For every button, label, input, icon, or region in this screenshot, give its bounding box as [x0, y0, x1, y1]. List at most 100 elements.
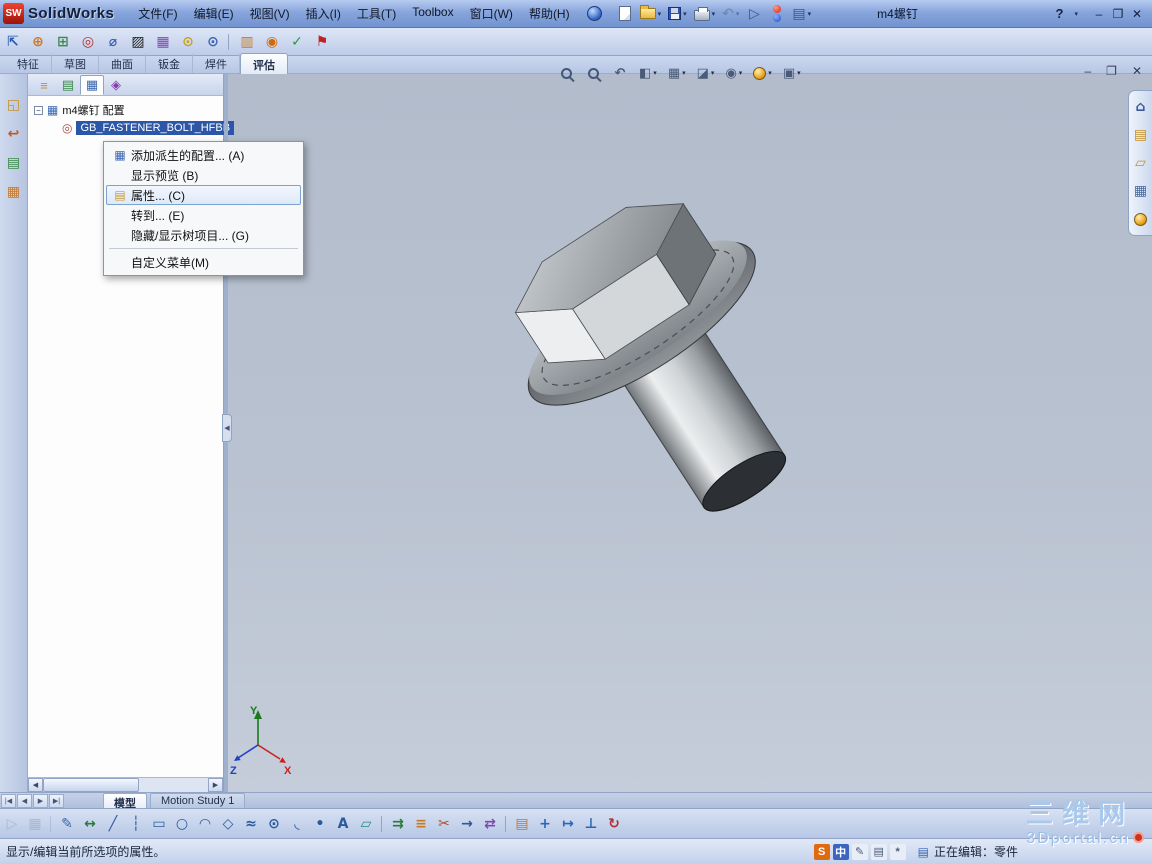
grid-pattern-icon[interactable]: ▦ — [4, 181, 24, 203]
ime-tools-icon[interactable]: * — [889, 843, 906, 860]
minimize-button[interactable]: – — [1091, 7, 1107, 21]
graphics-viewport[interactable]: Y X Z — [228, 74, 1152, 792]
close-button[interactable]: ✕ — [1129, 7, 1145, 21]
move-entities-icon[interactable]: + — [535, 813, 555, 835]
compare-docs-icon[interactable]: ⚑ — [312, 31, 332, 53]
scrollbar-thumb[interactable] — [43, 778, 139, 792]
select-arrow-icon[interactable]: ▷ — [744, 3, 764, 25]
tree-config-row[interactable]: ◎ GB_FASTENER_BOLT_HFBB — [30, 119, 235, 137]
menu-tools[interactable]: 工具(T) — [349, 0, 404, 27]
home-resources-icon[interactable]: ⌂ — [1131, 96, 1151, 118]
menu-edit[interactable]: 编辑(E) — [186, 0, 242, 27]
centerline-icon[interactable]: ┆ — [126, 813, 146, 835]
menu-toolbox[interactable]: Toolbox — [404, 0, 461, 27]
model-tab[interactable]: 模型 — [103, 793, 147, 810]
sogou-ime-icon[interactable]: S — [813, 843, 830, 860]
tab-sketch[interactable]: 草图 — [52, 54, 99, 73]
plane-icon[interactable]: ▱ — [356, 813, 382, 835]
corner-rectangle-icon[interactable]: ▭ — [149, 813, 169, 835]
doc-minimize-button[interactable]: – — [1084, 64, 1091, 78]
open-icon[interactable]: ▾ — [638, 3, 664, 25]
menu-item-hide-show-tree[interactable]: 隐藏/显示树项目... (G) — [106, 225, 301, 245]
zoom-fit-icon[interactable] — [556, 62, 576, 84]
extend-entities-icon[interactable]: → — [457, 813, 477, 835]
ime-keyboard-icon[interactable]: ▤ — [870, 843, 887, 860]
swift-arrow-icon[interactable]: ◱ — [4, 94, 24, 116]
menu-item-go-to[interactable]: 转到... (E) — [106, 205, 301, 225]
tab-sheetmetal[interactable]: 钣金 — [146, 54, 193, 73]
ime-chinese-icon[interactable]: 中 — [832, 843, 849, 860]
help-button[interactable]: ? — [1056, 6, 1064, 21]
doc-restore-button[interactable]: ❐ — [1106, 64, 1117, 78]
undo-icon[interactable]: ↶ ▾ — [720, 3, 741, 25]
section-view-icon[interactable]: ◧ ▾ — [637, 62, 659, 84]
apply-scene-icon[interactable]: ▣ ▾ — [781, 62, 803, 84]
interference-detection-icon[interactable]: ⊕ — [28, 31, 48, 53]
zoom-check-icon[interactable]: ⊙ — [178, 31, 198, 53]
point-icon[interactable]: • — [310, 813, 330, 835]
config-root-label[interactable]: m4螺钉 配置 — [62, 102, 124, 118]
sensors-icon[interactable]: ◉ — [262, 31, 282, 53]
search-icon[interactable] — [586, 6, 602, 21]
verification-icon[interactable]: ⇱ — [3, 31, 23, 53]
menu-item-customize-menu[interactable]: 自定义菜单(M) — [106, 252, 301, 272]
next-tab-button[interactable]: ▶ — [33, 794, 48, 808]
grid-snap-icon[interactable]: ▦ — [25, 813, 51, 835]
text-icon[interactable]: A — [333, 813, 353, 835]
design-binder-icon[interactable]: ▤ — [4, 152, 24, 174]
smart-dimension-icon[interactable]: ↔ — [80, 813, 100, 835]
save-icon[interactable]: ▾ — [666, 3, 689, 25]
circle-icon[interactable]: ○ — [172, 813, 192, 835]
menu-view[interactable]: 视图(V) — [242, 0, 298, 27]
arc-icon[interactable]: ◠ — [195, 813, 215, 835]
panel-hscrollbar[interactable]: ◀ ▶ — [28, 777, 223, 792]
spline-icon[interactable]: ≈ — [241, 813, 261, 835]
restore-button[interactable]: ❐ — [1110, 7, 1126, 21]
zoom-area-icon[interactable] — [583, 62, 603, 84]
appearances-icon[interactable] — [1131, 208, 1151, 230]
menu-file[interactable]: 文件(F) — [130, 0, 185, 27]
tab-weldments[interactable]: 焊件 — [193, 54, 240, 73]
convert-entities-icon[interactable]: ⇉ — [388, 813, 408, 835]
hide-show-items-icon[interactable]: ◉ ▾ — [723, 62, 744, 84]
model-canvas[interactable]: Y X Z — [228, 74, 1152, 792]
panel-collapse-button[interactable]: ◀ — [222, 414, 232, 442]
mirror-entities-icon[interactable]: ⇄ — [480, 813, 506, 835]
display-relations-icon[interactable]: ↦ — [558, 813, 578, 835]
new-document-icon[interactable] — [615, 3, 635, 25]
scrollbar-track[interactable] — [43, 778, 208, 792]
tab-surfaces[interactable]: 曲面 — [99, 54, 146, 73]
bolt-model[interactable] — [473, 163, 864, 568]
linear-pattern-icon[interactable]: ▤ — [512, 813, 532, 835]
configurationmanager-tab[interactable]: ▦ — [80, 75, 104, 95]
tab-features[interactable]: 特征 — [5, 54, 52, 73]
propertymanager-tab[interactable]: ▤ — [56, 75, 80, 95]
selected-configuration-label[interactable]: GB_FASTENER_BOLT_HFBB — [76, 121, 235, 135]
offset-entities-icon[interactable]: ≡ — [411, 813, 431, 835]
help-dropdown-icon[interactable]: ▾ — [1074, 10, 1078, 18]
clearance-verification-icon[interactable]: ⊞ — [53, 31, 73, 53]
menu-item-add-derived-config[interactable]: ▦ 添加派生的配置... (A) — [106, 145, 301, 165]
select-arrow-icon[interactable]: ▷ — [2, 813, 22, 835]
collapse-toggle[interactable]: − — [34, 105, 43, 115]
tree-root-row[interactable]: − ▦ m4螺钉 配置 — [30, 101, 221, 119]
trim-entities-icon[interactable]: ✂ — [434, 813, 454, 835]
scroll-right-button[interactable]: ▶ — [208, 778, 223, 792]
rebuild-icon[interactable] — [767, 3, 787, 25]
menu-help[interactable]: 帮助(H) — [521, 0, 578, 27]
tab-evaluate[interactable]: 评估 — [240, 53, 288, 74]
display-style-icon[interactable]: ◪ ▾ — [695, 62, 717, 84]
hole-alignment-icon[interactable]: ◎ — [78, 31, 98, 53]
print-icon[interactable]: ▾ — [692, 3, 718, 25]
options-icon[interactable]: ▤ ▾ — [790, 3, 813, 25]
line-icon[interactable]: ╱ — [103, 813, 123, 835]
mass-properties-icon[interactable]: ▦ — [153, 31, 173, 53]
view-orientation-icon[interactable]: ▦ ▾ — [666, 62, 688, 84]
polygon-icon[interactable]: ◇ — [218, 813, 238, 835]
edit-appearance-icon[interactable]: ▾ — [751, 62, 774, 84]
file-explorer-icon[interactable]: ▱ — [1131, 152, 1151, 174]
section-properties-icon[interactable]: ▨ — [128, 31, 148, 53]
menu-insert[interactable]: 插入(I) — [298, 0, 349, 27]
featuremanager-tab[interactable]: ≡ — [32, 75, 56, 95]
motion-study-tab[interactable]: Motion Study 1 — [150, 793, 246, 808]
